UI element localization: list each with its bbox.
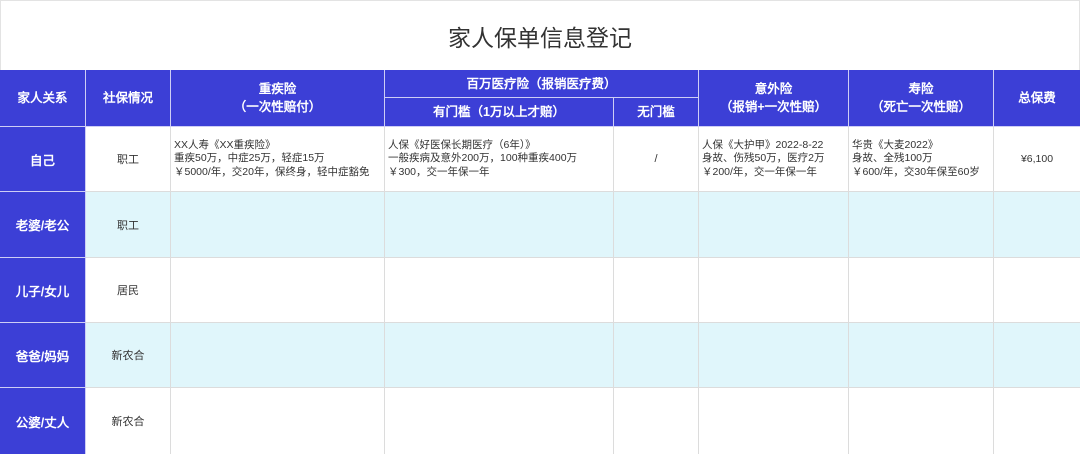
social-security-value: 职工 [117, 154, 139, 166]
medical-coverage: 一般疾病及意外200万，100种重疾400万 [388, 152, 578, 165]
social-security-value: 新农合 [111, 350, 145, 362]
header-medical-with-deductible-label: 有门槛（1万以上才赔） [433, 105, 565, 119]
critical-illness-premium: ￥5000/年，交20年，保终身，轻中症豁免 [174, 165, 370, 178]
accident-cell [699, 388, 849, 454]
relation-label: 老婆/老公 [15, 219, 70, 233]
relation-cell: 儿子/女儿 [0, 258, 86, 323]
accident-premium: ￥200/年，交一年保一年 [702, 165, 817, 178]
relation-label: 公婆/丈人 [15, 415, 70, 430]
relation-cell: 老婆/老公 [0, 192, 86, 258]
medical-with-deductible-cell [385, 192, 614, 258]
relation-label: 自己 [29, 153, 55, 168]
critical-illness-cell [171, 323, 385, 388]
accident-cell: 人保《大护甲》2022-8-22 身故、伤残50万，医疗2万 ￥200/年，交一… [699, 127, 849, 192]
header-accident: 意外险 （报销+一次性赔） [699, 70, 849, 127]
medical-product: 人保《好医保长期医疗（6年）》 [388, 138, 536, 151]
policy-table: 家人关系 社保情况 重疾险 （一次性赔付） 百万医疗险（报销医疗费） 有门槛（1… [0, 70, 1080, 454]
life-cell [849, 388, 994, 454]
total-premium-cell: ¥6,100 [994, 127, 1080, 192]
relation-cell: 公婆/丈人 [0, 388, 86, 454]
medical-no-deductible-cell [614, 192, 699, 258]
medical-no-deductible-cell [614, 258, 699, 323]
social-security-value: 居民 [117, 285, 139, 297]
header-life: 寿险 （死亡一次性赔） [849, 70, 994, 127]
critical-illness-cell [171, 388, 385, 454]
critical-illness-coverage: 重疾50万，中症25万，轻症15万 [174, 152, 325, 165]
social-security-cell: 居民 [86, 258, 171, 323]
header-social-security: 社保情况 [86, 70, 171, 127]
relation-label: 爸爸/妈妈 [15, 349, 70, 364]
header-social-security-label: 社保情况 [102, 91, 153, 105]
accident-product: 人保《大护甲》2022-8-22 [702, 138, 824, 151]
header-life-subtitle: （死亡一次性赔） [870, 100, 971, 114]
header-critical-illness-subtitle: （一次性赔付） [233, 100, 322, 114]
life-product: 华贵《大麦2022》 [852, 138, 939, 151]
social-security-cell: 新农合 [86, 323, 171, 388]
medical-with-deductible-cell [385, 323, 614, 388]
total-premium-cell [994, 388, 1080, 454]
accident-cell [699, 323, 849, 388]
life-cell: 华贵《大麦2022》 身故、全残100万 ￥600/年，交30年保至60岁 [849, 127, 994, 192]
social-security-value: 新农合 [111, 416, 145, 428]
social-security-value: 职工 [117, 219, 139, 232]
accident-coverage: 身故、伤残50万，医疗2万 [702, 152, 825, 165]
relation-cell: 爸爸/妈妈 [0, 323, 86, 388]
critical-illness-cell [171, 258, 385, 323]
critical-illness-cell: XX人寿《XX重疾险》 重疾50万，中症25万，轻症15万 ￥5000/年，交2… [171, 127, 385, 192]
social-security-cell: 职工 [86, 127, 171, 192]
medical-with-deductible-cell [385, 258, 614, 323]
medical-with-deductible-cell [385, 388, 614, 454]
accident-cell [699, 258, 849, 323]
header-relation-label: 家人关系 [17, 91, 68, 105]
life-coverage: 身故、全残100万 [852, 152, 933, 165]
life-cell [849, 323, 994, 388]
medical-premium: ￥300，交一年保一年 [388, 165, 490, 178]
medical-no-deductible-cell: / [614, 127, 699, 192]
title-bar: 家人保单信息登记 [0, 0, 1080, 70]
social-security-cell: 新农合 [86, 388, 171, 454]
accident-cell [699, 192, 849, 258]
life-premium: ￥600/年，交30年保至60岁 [852, 165, 980, 178]
medical-with-deductible-cell: 人保《好医保长期医疗（6年）》 一般疾病及意外200万，100种重疾400万 ￥… [385, 127, 614, 192]
header-medical-no-deductible: 无门槛 [614, 98, 699, 127]
header-critical-illness: 重疾险 （一次性赔付） [171, 70, 385, 127]
life-cell [849, 258, 994, 323]
medical-no-deductible-value: / [654, 153, 658, 165]
total-premium-value: ¥6,100 [1020, 153, 1054, 165]
header-medical: 百万医疗险（报销医疗费） [385, 70, 699, 98]
page: 家人保单信息登记 家人关系 社保情况 重疾险 （一次性赔付） 百万医疗险（报销医… [0, 0, 1080, 454]
total-premium-cell [994, 192, 1080, 258]
life-cell [849, 192, 994, 258]
header-medical-title: 百万医疗险（报销医疗费） [466, 76, 617, 91]
header-relation: 家人关系 [0, 70, 86, 127]
total-premium-cell [994, 323, 1080, 388]
critical-illness-cell [171, 192, 385, 258]
critical-illness-product: XX人寿《XX重疾险》 [174, 138, 276, 151]
relation-cell: 自己 [0, 127, 86, 192]
medical-no-deductible-cell [614, 323, 699, 388]
relation-label: 儿子/女儿 [15, 284, 70, 299]
header-total-premium-label: 总保费 [1018, 91, 1056, 105]
header-life-title: 寿险 [908, 82, 934, 96]
header-accident-title: 意外险 [754, 82, 793, 96]
header-critical-illness-title: 重疾险 [258, 82, 297, 96]
total-premium-cell [994, 258, 1080, 323]
header-medical-no-deductible-label: 无门槛 [637, 105, 675, 119]
social-security-cell: 职工 [86, 192, 171, 258]
medical-no-deductible-cell [614, 388, 699, 454]
header-total-premium: 总保费 [994, 70, 1080, 127]
header-accident-subtitle: （报销+一次性赔） [719, 100, 828, 114]
header-medical-with-deductible: 有门槛（1万以上才赔） [385, 98, 614, 127]
page-title: 家人保单信息登记 [448, 24, 632, 51]
